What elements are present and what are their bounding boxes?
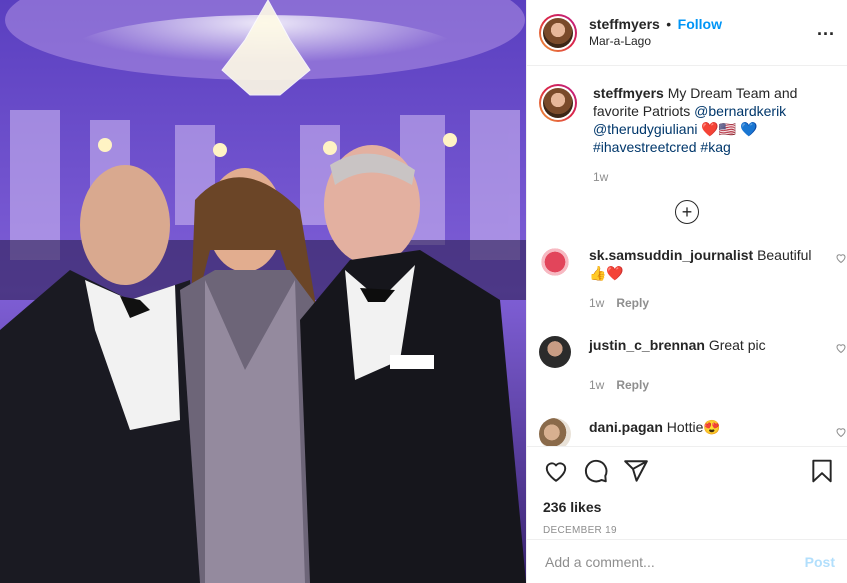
- post-date[interactable]: DECEMBER 19: [543, 525, 835, 536]
- likes-count[interactable]: 236 likes: [543, 499, 835, 515]
- avatar[interactable]: [539, 13, 577, 52]
- caption: steffmyers My Dream Team and favorite Pa…: [539, 84, 847, 186]
- follow-button[interactable]: Follow: [678, 16, 722, 32]
- header-separator: •: [666, 15, 672, 32]
- add-comment-bar: Post: [527, 539, 847, 583]
- post-actions: 236 likes DECEMBER 19: [527, 446, 847, 536]
- hashtag-link[interactable]: #ihavestreetcred: [593, 139, 697, 155]
- share-icon[interactable]: [623, 458, 649, 484]
- reply-button[interactable]: Reply: [616, 378, 649, 392]
- reply-button[interactable]: Reply: [616, 296, 649, 310]
- post-sidebar: steffmyers • Follow Mar-a-Lago ... steff…: [526, 0, 847, 583]
- location-link[interactable]: Mar-a-Lago: [589, 33, 817, 50]
- caption-avatar[interactable]: [539, 84, 577, 122]
- caption-timestamp[interactable]: 1w: [593, 168, 825, 186]
- bookmark-icon[interactable]: [809, 458, 835, 484]
- heart-icon[interactable]: [543, 458, 569, 484]
- comment-item: sk.samsuddin_journalist Beautiful 👍❤️ 1w…: [539, 246, 847, 312]
- comment-item: dani.pagan Hottie😍: [539, 418, 847, 446]
- mention-link[interactable]: @bernardkerik: [694, 103, 786, 119]
- comment-text: Hottie😍: [666, 419, 721, 435]
- plus-circle-icon[interactable]: +: [675, 200, 699, 224]
- emoji-text: 💙: [740, 121, 758, 137]
- like-comment-heart-icon[interactable]: [835, 342, 847, 354]
- like-comment-heart-icon[interactable]: [835, 252, 847, 264]
- mention-link[interactable]: @therudygiuliani: [593, 121, 698, 137]
- emoji-text: ❤️🇺🇸: [701, 121, 737, 137]
- more-icon[interactable]: ...: [817, 19, 835, 40]
- comments-list[interactable]: steffmyers My Dream Team and favorite Pa…: [527, 66, 847, 446]
- photo-illustration: [0, 0, 526, 583]
- comment-text: Great pic: [708, 337, 766, 353]
- hashtag-link[interactable]: #kag: [700, 139, 730, 155]
- post-button[interactable]: Post: [805, 554, 835, 570]
- comment-time[interactable]: 1w: [589, 378, 604, 392]
- caption-username[interactable]: steffmyers: [593, 85, 664, 101]
- commenter-avatar[interactable]: [539, 336, 571, 368]
- comment-username[interactable]: justin_c_brennan: [589, 337, 705, 353]
- add-comment-input[interactable]: [543, 552, 805, 571]
- comment-icon[interactable]: [583, 458, 609, 484]
- post-photo[interactable]: [0, 0, 526, 583]
- header-username[interactable]: steffmyers: [589, 16, 660, 32]
- commenter-avatar[interactable]: [539, 418, 571, 446]
- comment-username[interactable]: sk.samsuddin_journalist: [589, 247, 753, 263]
- comment-item: justin_c_brennan Great pic 1w Reply: [539, 336, 847, 394]
- instagram-post: steffmyers • Follow Mar-a-Lago ... steff…: [0, 0, 847, 583]
- comment-time[interactable]: 1w: [589, 296, 604, 310]
- comment-username[interactable]: dani.pagan: [589, 419, 663, 435]
- commenter-avatar[interactable]: [539, 246, 571, 278]
- like-comment-heart-icon[interactable]: [835, 426, 847, 438]
- post-header: steffmyers • Follow Mar-a-Lago ...: [527, 0, 847, 66]
